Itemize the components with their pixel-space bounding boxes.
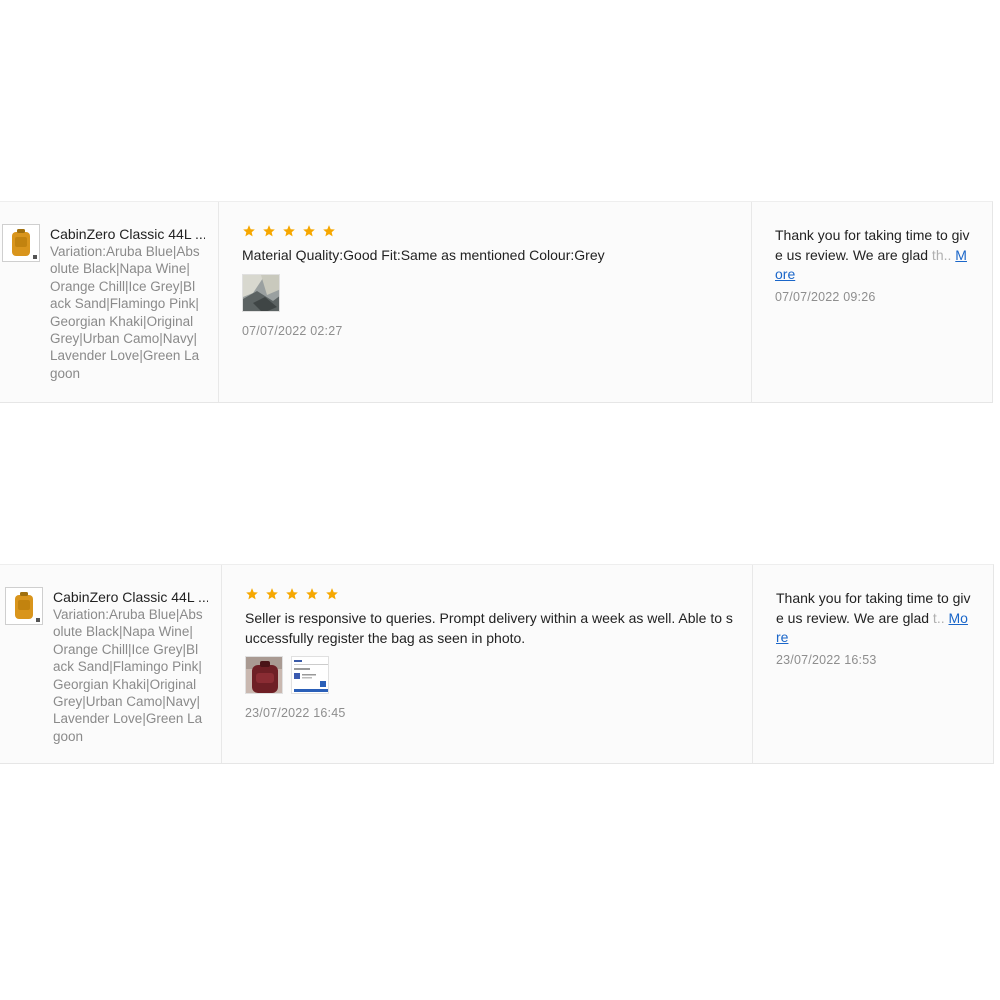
review-column: Material Quality:Good Fit:Same as mentio… — [219, 202, 752, 402]
seller-reply-text: Thank you for taking time to give us rev… — [775, 226, 971, 285]
star-icon — [326, 588, 338, 600]
review-photo[interactable] — [245, 656, 283, 694]
star-icon — [263, 225, 275, 237]
seller-reply-text: Thank you for taking time to give us rev… — [776, 589, 972, 648]
star-icon — [266, 588, 278, 600]
reply-date: 07/07/2022 09:26 — [775, 289, 876, 304]
star-icon — [323, 225, 335, 237]
review-text: Seller is responsive to queries. Prompt … — [245, 610, 733, 646]
star-rating — [242, 224, 751, 240]
product-name[interactable]: CabinZero Classic 44L ... — [53, 588, 208, 606]
review-photos — [242, 273, 751, 312]
product-variation: Variation:Aruba Blue|Absolute Black|Napa… — [50, 244, 200, 381]
seller-reply-column: Thank you for taking time to give us rev… — [752, 202, 992, 402]
product-thumbnail[interactable] — [5, 587, 43, 625]
product-variation: Variation:Aruba Blue|Absolute Black|Napa… — [53, 607, 203, 744]
review-photo[interactable] — [242, 273, 280, 312]
star-icon — [283, 225, 295, 237]
product-thumbnail[interactable] — [2, 224, 40, 262]
product-column: CabinZero Classic 44L ... Variation:Arub… — [0, 202, 219, 402]
product-name[interactable]: CabinZero Classic 44L ... — [50, 225, 205, 243]
reply-truncated-text: t.. — [929, 609, 945, 626]
review-column: Seller is responsive to queries. Prompt … — [222, 565, 753, 763]
star-rating — [245, 587, 752, 603]
reply-date: 23/07/2022 16:53 — [776, 652, 877, 667]
review-text: Material Quality:Good Fit:Same as mentio… — [242, 247, 605, 263]
product-column: CabinZero Classic 44L ... Variation:Arub… — [0, 565, 222, 763]
review-date: 23/07/2022 16:45 — [245, 706, 346, 720]
review-card: CabinZero Classic 44L ... Variation:Arub… — [0, 201, 993, 403]
review-card: CabinZero Classic 44L ... Variation:Arub… — [0, 564, 994, 764]
star-icon — [303, 225, 315, 237]
star-icon — [243, 225, 255, 237]
star-icon — [306, 588, 318, 600]
seller-reply-column: Thank you for taking time to give us rev… — [753, 565, 993, 763]
star-icon — [246, 588, 258, 600]
reply-truncated-text: th.. — [928, 246, 952, 263]
star-icon — [286, 588, 298, 600]
review-date: 07/07/2022 02:27 — [242, 323, 343, 338]
review-photo[interactable] — [291, 656, 329, 694]
review-photos — [245, 656, 752, 694]
